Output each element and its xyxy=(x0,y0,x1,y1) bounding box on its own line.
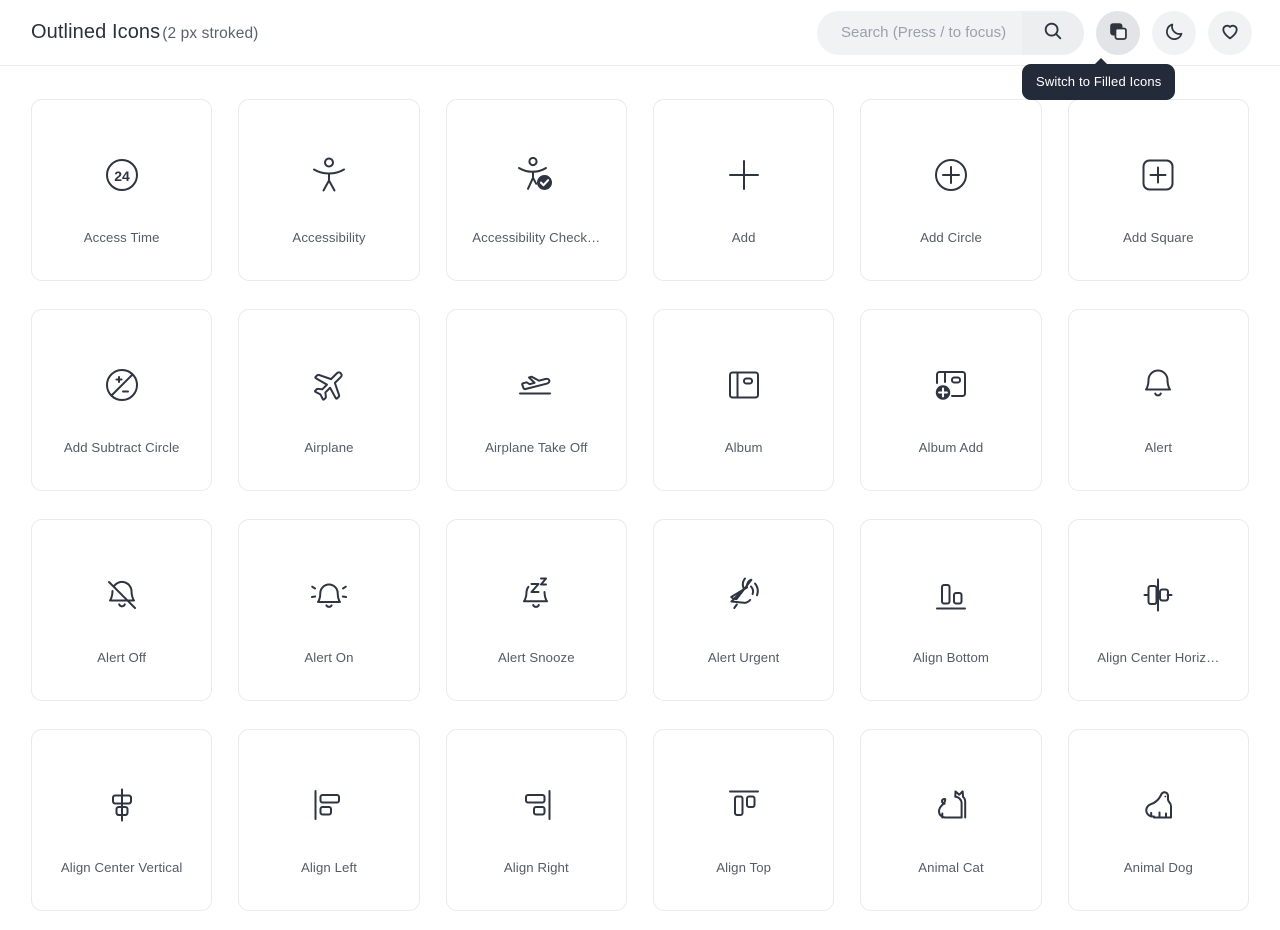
icon-card-label: Add xyxy=(731,229,756,245)
header-actions xyxy=(817,10,1252,55)
icon-card[interactable]: Align Center Vertical xyxy=(31,729,213,911)
align-left-icon xyxy=(307,766,351,844)
add-icon xyxy=(722,136,766,214)
icon-card[interactable]: Album Add xyxy=(860,309,1042,491)
icon-card-label: Accessibility xyxy=(292,229,366,245)
search-field[interactable] xyxy=(817,10,1084,55)
search-button[interactable] xyxy=(1022,10,1084,55)
album-icon xyxy=(722,346,766,424)
icon-card-label: Airplane xyxy=(304,439,354,455)
favorites-button[interactable] xyxy=(1208,10,1252,55)
dark-mode-button[interactable] xyxy=(1152,10,1196,55)
icon-card-label: Align Right xyxy=(503,859,569,875)
align-center-horizontal-icon xyxy=(1136,556,1180,634)
align-top-icon xyxy=(722,766,766,844)
icon-card[interactable]: Alert Off xyxy=(31,519,213,701)
airplane-icon xyxy=(307,346,351,424)
icon-card[interactable]: Animal Cat xyxy=(860,729,1042,911)
icon-card-label: Align Center Vertical xyxy=(60,859,183,875)
icon-card-label: Align Bottom xyxy=(913,649,989,665)
icon-card-label: Animal Dog xyxy=(1123,859,1193,875)
icon-card[interactable]: Animal Dog xyxy=(1067,729,1249,911)
icon-card-label: Add Subtract Circle xyxy=(63,439,180,455)
icon-card[interactable]: Alert xyxy=(1067,309,1249,491)
icon-card-label: Alert Off xyxy=(97,649,147,665)
align-right-icon xyxy=(514,766,558,844)
search-input[interactable] xyxy=(817,10,1022,55)
icon-card[interactable]: Accessibility xyxy=(238,99,420,281)
icon-card-label: Access Time xyxy=(83,229,160,245)
search-icon xyxy=(1042,20,1064,45)
icon-card[interactable]: Add xyxy=(652,99,835,281)
airplane-take-off-icon xyxy=(514,346,558,424)
align-center-vertical-icon xyxy=(100,766,144,844)
page-title: Outlined Icons (2 px stroked) xyxy=(31,21,258,44)
icon-card-label: Alert On xyxy=(304,649,354,665)
icon-card-label: Alert Urgent xyxy=(707,649,780,665)
moon-icon xyxy=(1164,21,1185,45)
icon-card[interactable]: Alert On xyxy=(238,519,420,701)
icon-card[interactable]: Alert Urgent xyxy=(652,519,835,701)
accessibility-check-icon xyxy=(514,136,558,214)
alert-off-icon xyxy=(100,556,144,634)
icon-card-label: Add Square xyxy=(1122,229,1194,245)
icon-card[interactable]: Album xyxy=(652,309,835,491)
icon-card-label: Align Center Horiz… xyxy=(1097,649,1220,665)
icon-card[interactable]: 24 Access Time xyxy=(31,99,213,281)
icon-card-label: Animal Cat xyxy=(918,859,984,875)
icon-card[interactable]: Align Bottom xyxy=(860,519,1042,701)
icon-card[interactable]: Align Top xyxy=(652,729,835,911)
icon-card-label: Alert xyxy=(1144,439,1173,455)
album-add-icon xyxy=(929,346,973,424)
copy-icon xyxy=(1108,21,1129,45)
alert-urgent-icon xyxy=(722,556,766,634)
page-title-main: Outlined Icons xyxy=(31,21,161,43)
alert-icon xyxy=(1136,346,1180,424)
app-header: Outlined Icons (2 px stroked) Search (Pr… xyxy=(0,0,1280,100)
svg-text:24: 24 xyxy=(114,168,130,184)
add-subtract-circle-icon xyxy=(100,346,144,424)
heart-icon xyxy=(1219,20,1241,45)
icon-card-label: Airplane Take Off xyxy=(485,439,588,455)
icon-card[interactable]: Airplane Take Off xyxy=(445,309,627,491)
icon-card-label: Alert Snooze xyxy=(497,649,575,665)
add-square-icon xyxy=(1136,136,1180,214)
icon-card-label: Accessibility Check… xyxy=(472,229,601,245)
animal-cat-icon xyxy=(929,766,973,844)
icon-card[interactable]: Add Square xyxy=(1067,99,1249,281)
align-bottom-icon xyxy=(929,556,973,634)
switch-icon-style-button[interactable] xyxy=(1096,10,1140,55)
tooltip: Switch to Filled Icons xyxy=(1022,58,1176,100)
icon-card-label: Align Top xyxy=(716,859,772,875)
alert-on-icon xyxy=(307,556,351,634)
icon-card[interactable]: Airplane xyxy=(238,309,420,491)
icon-card[interactable]: Add Circle xyxy=(860,99,1042,281)
icon-card-label: Album Add xyxy=(918,439,984,455)
icon-grid: 24 Access Time Accessibility Accessibilit… xyxy=(0,66,1280,911)
icon-card-label: Align Left xyxy=(301,859,357,875)
add-circle-icon xyxy=(929,136,973,214)
icon-card[interactable]: Align Right xyxy=(445,729,627,911)
icon-card-label: Album xyxy=(724,439,763,455)
icon-card[interactable]: Accessibility Check… xyxy=(445,99,627,281)
alert-snooze-icon xyxy=(514,556,558,634)
animal-dog-icon xyxy=(1136,766,1180,844)
icon-card-label: Add Circle xyxy=(920,229,982,245)
accessibility-icon xyxy=(307,136,351,214)
page-title-subtitle: (2 px stroked) xyxy=(162,25,259,42)
access-time-icon: 24 xyxy=(100,136,144,214)
icon-card[interactable]: Alert Snooze xyxy=(445,519,627,701)
icon-card[interactable]: Add Subtract Circle xyxy=(31,309,213,491)
icon-card[interactable]: Align Center Horiz… xyxy=(1067,519,1249,701)
icon-card[interactable]: Align Left xyxy=(238,729,420,911)
